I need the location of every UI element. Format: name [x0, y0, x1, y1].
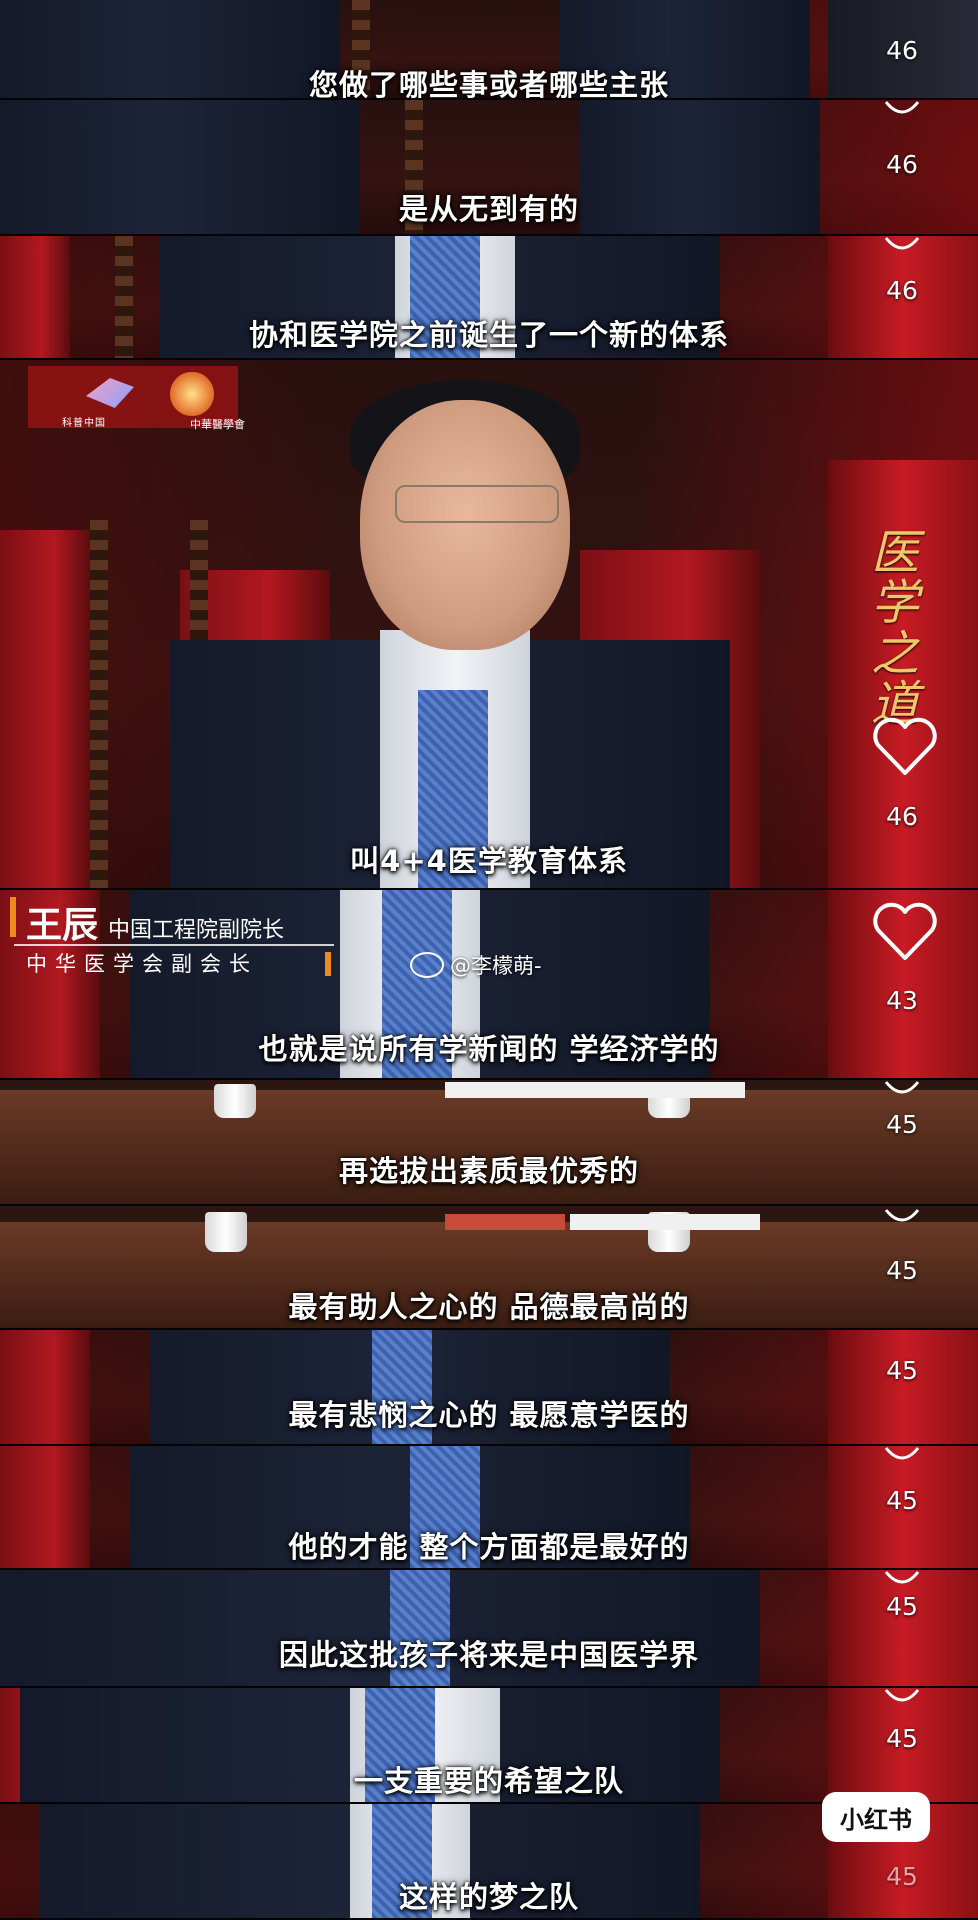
- subtitle: 最有悲悯之心的 最愿意学医的: [288, 1398, 690, 1432]
- subtitle: 协和医学院之前诞生了一个新的体系: [248, 318, 729, 352]
- video-strip-10: 45 因此这批孩子将来是中国医学界: [0, 1570, 978, 1688]
- subtitle: 您做了哪些事或者哪些主张: [308, 68, 669, 100]
- subtitle: 最有助人之心的 品德最高尚的: [288, 1290, 690, 1324]
- science-logo-icon: [86, 378, 134, 408]
- logo-text: 科普中国: [62, 418, 106, 429]
- watermark-text: @李檬萌-: [450, 954, 542, 978]
- like-count: 45: [886, 1356, 918, 1385]
- like-count: 46: [886, 276, 918, 305]
- chevron-icon: [884, 1571, 920, 1584]
- like-count: 45: [886, 1110, 918, 1139]
- divider: [14, 944, 334, 946]
- like-count: 46: [886, 36, 918, 65]
- accent-bar: [325, 952, 331, 976]
- chevron-icon: [884, 1081, 920, 1094]
- subtitle: 叫4+4医学教育体系: [350, 844, 628, 878]
- heart-icon[interactable]: [882, 100, 922, 120]
- weibo-icon: [410, 952, 444, 978]
- video-strip-2: 46 是从无到有的: [0, 100, 978, 236]
- video-strip-4: 科普中国 中華醫學會 医 学 之 道 46 叫4+4医学教育体系: [0, 360, 978, 890]
- heart-icon[interactable]: [870, 900, 940, 962]
- like-count: 43: [886, 986, 918, 1015]
- video-strip-7: 45 最有助人之心的 品德最高尚的: [0, 1206, 978, 1330]
- speaker-title-1: 中国工程院副院长: [108, 918, 285, 943]
- subtitle: 这样的梦之队: [398, 1880, 579, 1914]
- watermark: @李檬萌-: [410, 950, 542, 980]
- like-count: 45: [886, 1724, 918, 1753]
- video-strip-3: 46 协和医学院之前诞生了一个新的体系: [0, 236, 978, 360]
- lower-third: 王辰 中国工程院副院长: [10, 896, 284, 948]
- heart-icon[interactable]: [870, 715, 940, 777]
- heart-icon[interactable]: [882, 236, 922, 256]
- accent-bar: [10, 897, 16, 937]
- show-logo: 医 学 之 道: [870, 525, 919, 733]
- speaker-name: 王辰: [26, 904, 99, 946]
- video-strip-1: 您做了哪些事或者哪些主张 46: [0, 0, 978, 100]
- like-count: 46: [886, 802, 918, 831]
- chevron-icon: [884, 1689, 920, 1702]
- video-strip-6: 45 再选拔出素质最优秀的: [0, 1080, 978, 1206]
- chevron-icon: [884, 1447, 920, 1460]
- subtitle: 再选拔出素质最优秀的: [338, 1154, 639, 1188]
- like-count: 45: [886, 1592, 918, 1621]
- like-count: 45: [886, 1256, 918, 1285]
- subtitle: 也就是说所有学新闻的 学经济学的: [258, 1032, 720, 1066]
- subtitle: 因此这批孩子将来是中国医学界: [278, 1638, 699, 1672]
- video-strip-5: 王辰 中国工程院副院长 中华医学会副会长 @李檬萌- 43 也就是说所有学新闻的…: [0, 890, 978, 1080]
- subtitle: 是从无到有的: [398, 192, 579, 226]
- like-count: 46: [886, 150, 918, 179]
- video-strip-9: 45 他的才能 整个方面都是最好的: [0, 1446, 978, 1570]
- app-badge: 小红书: [822, 1792, 930, 1842]
- society-text: 中華醫學會: [190, 418, 245, 431]
- video-strip-11: 45 一支重要的希望之队: [0, 1688, 978, 1804]
- subtitle: 他的才能 整个方面都是最好的: [288, 1530, 690, 1564]
- chevron-icon: [884, 1209, 920, 1222]
- society-seal-icon: [170, 372, 214, 416]
- like-count: 45: [886, 1486, 918, 1515]
- speaker-title-2: 中华医学会副会长: [26, 952, 258, 976]
- video-strip-8: 45 最有悲悯之心的 最愿意学医的: [0, 1330, 978, 1446]
